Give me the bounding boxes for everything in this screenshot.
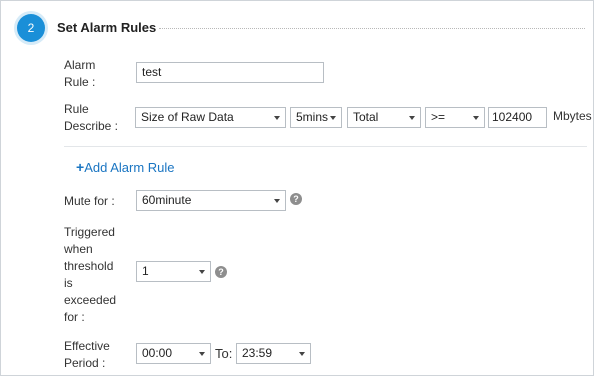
statistic-select-value: Total	[353, 110, 379, 124]
to-label: To:	[215, 346, 233, 361]
title-divider	[159, 28, 585, 29]
alarm-rule-name-input[interactable]: test	[136, 62, 324, 83]
chevron-down-icon	[199, 270, 205, 274]
period-select-value: 5mins	[296, 110, 329, 124]
triggered-count-select[interactable]: 1	[136, 261, 211, 282]
mute-for-label: Mute for :	[64, 194, 115, 208]
operator-select-value: >=	[431, 110, 446, 124]
triggered-count-select-value: 1	[142, 264, 149, 278]
add-alarm-rule-link[interactable]: +Add Alarm Rule	[76, 159, 175, 175]
alarm-rules-panel: 2 Set Alarm Rules Alarm Rule : test Rule…	[0, 0, 594, 376]
chevron-down-icon	[473, 116, 479, 120]
chevron-down-icon	[330, 116, 336, 120]
metric-select-value: Size of Raw Data	[141, 110, 234, 124]
effective-period-label: Effective Period :	[64, 339, 110, 370]
chevron-down-icon	[409, 116, 415, 120]
rule-describe-label: Rule Describe :	[64, 102, 119, 133]
question-circle-icon[interactable]: ?	[215, 266, 227, 278]
statistic-select[interactable]: Total	[347, 107, 421, 128]
plus-icon: +	[76, 159, 85, 175]
period-start-select[interactable]: 00:00	[136, 343, 211, 364]
threshold-input[interactable]: 102400	[488, 107, 547, 128]
section-title: Set Alarm Rules	[57, 20, 157, 35]
step-number-badge: 2	[17, 14, 45, 42]
alarm-rule-label: Alarm Rule :	[64, 58, 96, 89]
operator-select[interactable]: >=	[425, 107, 485, 128]
chevron-down-icon	[199, 352, 205, 356]
chevron-down-icon	[299, 352, 305, 356]
mute-for-select-value: 60minute	[142, 193, 192, 207]
triggered-label: Triggered when threshold is exceeded for…	[64, 225, 117, 324]
threshold-unit: Mbytes	[553, 109, 592, 123]
metric-select[interactable]: Size of Raw Data	[135, 107, 286, 128]
mute-for-select[interactable]: 60minute	[136, 190, 286, 211]
period-select[interactable]: 5mins	[290, 107, 342, 128]
period-end-select[interactable]: 23:59	[236, 343, 311, 364]
section-separator	[64, 146, 587, 147]
chevron-down-icon	[274, 199, 280, 203]
chevron-down-icon	[274, 116, 280, 120]
add-alarm-rule-label: Add Alarm Rule	[84, 160, 175, 175]
period-end-select-value: 23:59	[242, 346, 273, 360]
period-start-select-value: 00:00	[142, 346, 173, 360]
question-circle-icon[interactable]: ?	[290, 193, 302, 205]
